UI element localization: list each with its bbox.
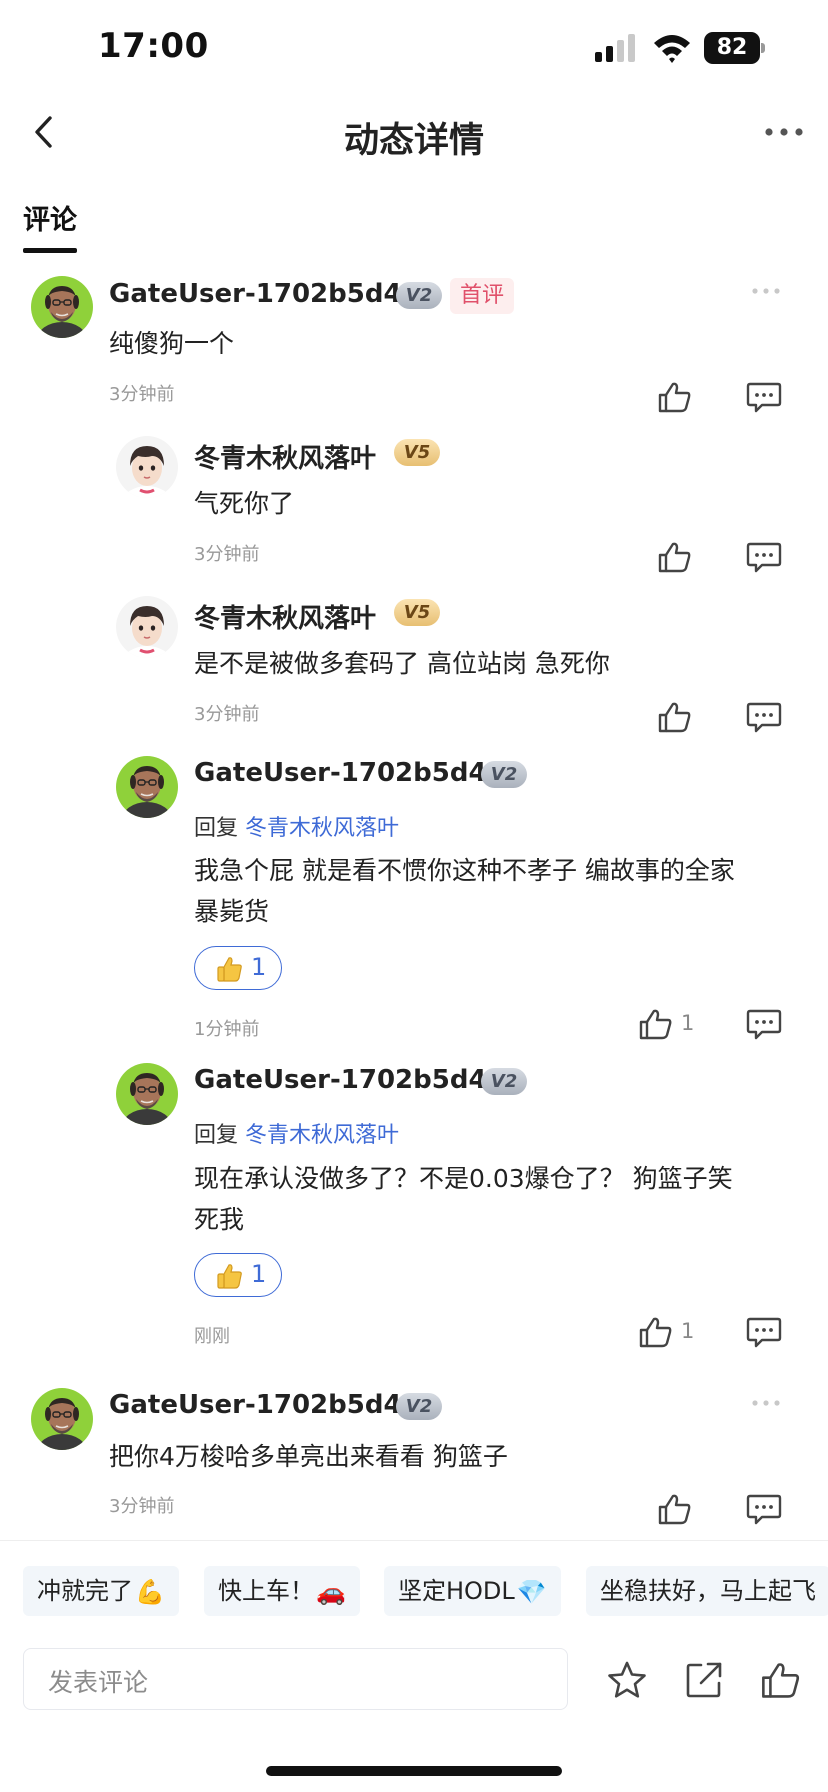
divider [0,1540,828,1541]
comment-time: 3分钟前 [194,544,260,565]
more-horizontal-icon[interactable] [751,287,781,295]
comment-time: 刚刚 [194,1326,230,1347]
car-emoji-icon: 🚗 [316,1578,346,1606]
thumbs-up-icon[interactable] [658,701,692,733]
more-horizontal-icon[interactable] [764,124,804,140]
comment-username[interactable]: 冬青木秋风落叶 [194,438,376,475]
status-time: 17:00 [98,26,209,66]
avatar[interactable] [31,276,93,338]
quick-reply-label: 坚定HODL [398,1577,515,1605]
avatar[interactable] [116,436,178,498]
comment-text-line-2: 死我 [194,1205,245,1234]
level-badge: V5 [394,599,440,626]
comment-input-placeholder: 发表评论 [48,1668,149,1697]
gem-emoji-icon: 💎 [516,1578,547,1606]
comment-bubble-icon[interactable] [746,381,782,413]
cellular-signal-icon [595,34,635,62]
reply-target-link[interactable]: 冬青木秋风落叶 [245,1123,399,1148]
thumbs-up-icon[interactable] [658,541,692,573]
tab-active-indicator [23,248,77,253]
comment-time: 3分钟前 [109,1496,175,1517]
thumbs-up-icon[interactable] [658,381,692,413]
star-icon[interactable] [607,1660,647,1700]
reply-to-line: 回复 冬青木秋风落叶 [194,810,399,842]
comment-bubble-icon[interactable] [746,541,782,573]
avatar[interactable] [116,596,178,658]
reaction-chip[interactable]: 1 [194,1253,282,1297]
comment-username[interactable]: GateUser-1702b5d4 [194,758,487,788]
thumbs-up-emoji-icon [215,1262,243,1290]
quick-reply-chip[interactable]: 快上车！🚗 [204,1566,360,1616]
comment-bubble-icon[interactable] [746,701,782,733]
comment-username[interactable]: GateUser-1702b5d4 [109,279,402,309]
thumbs-up-emoji-icon [215,955,243,983]
quick-reply-label: 冲就完了 [37,1577,133,1605]
comment-text-line-1: 我急个屁 就是看不惯你这种不孝子 编故事的全家 [194,856,735,885]
battery-tip [761,43,765,53]
quick-reply-label: 坐稳扶好，马上起飞 [600,1577,816,1605]
level-badge: V2 [481,761,527,788]
status-bar: 17:00 82 [0,0,828,96]
like-count: 1 [681,1011,695,1035]
comment-bubble-icon[interactable] [746,1008,782,1040]
home-indicator [266,1766,562,1776]
comment-bubble-icon[interactable] [746,1316,782,1348]
quick-reply-label: 快上车！ [218,1577,314,1605]
quick-reply-chip[interactable]: 冲就完了💪 [23,1566,179,1616]
quick-reply-chip[interactable]: 坚定HODL💎 [384,1566,561,1616]
comment-username[interactable]: GateUser-1702b5d4 [109,1390,402,1420]
reaction-chip[interactable]: 1 [194,946,282,990]
reply-prefix: 回复 [194,816,239,841]
page-title: 动态详情 [343,121,484,161]
reaction-count: 1 [251,1260,267,1288]
first-comment-badge: 首评 [450,278,515,314]
reply-prefix: 回复 [194,1123,239,1148]
reaction-count: 1 [251,953,267,981]
like-count: 1 [681,1319,695,1343]
level-badge: V2 [481,1068,527,1095]
comment-text-line-1: 现在承认没做多了？不是0.03爆仓了？ 狗篮子笑 [194,1164,733,1193]
share-icon[interactable] [684,1660,724,1700]
comment-text-line-2: 暴毙货 [194,897,270,926]
level-badge: V2 [396,1393,442,1420]
tab-comments[interactable]: 评论 [23,198,77,237]
more-horizontal-icon[interactable] [751,1399,781,1407]
reply-to-line: 回复 冬青木秋风落叶 [194,1117,399,1149]
quick-reply-chip[interactable]: 坐稳扶好，马上起飞 [586,1566,828,1616]
thumbs-up-icon[interactable] [639,1316,673,1348]
thumbs-up-icon[interactable] [761,1660,801,1700]
comment-input[interactable]: 发表评论 [23,1648,568,1710]
flexed-biceps-emoji-icon: 💪 [135,1578,165,1606]
battery-indicator: 82 [704,32,766,64]
reply-target-link[interactable]: 冬青木秋风落叶 [245,816,399,841]
avatar[interactable] [116,756,178,818]
comment-username[interactable]: GateUser-1702b5d4 [194,1065,487,1095]
comment-time: 3分钟前 [194,704,260,725]
thumbs-up-icon[interactable] [639,1008,673,1040]
nav-bar: 动态详情 [0,96,828,174]
comment-time: 3分钟前 [109,384,175,405]
comment-text: 纯傻狗一个 [109,329,235,358]
avatar[interactable] [31,1388,93,1450]
avatar[interactable] [116,1063,178,1125]
comment-username[interactable]: 冬青木秋风落叶 [194,598,376,635]
comment-time: 1分钟前 [194,1019,260,1040]
quick-reply-row: 冲就完了💪 快上车！🚗 坚定HODL💎 坐稳扶好，马上起飞 [0,1566,828,1618]
level-badge: V2 [396,282,442,309]
comment-text: 是不是被做多套码了 高位站岗 急死你 [194,649,610,678]
wifi-icon [654,35,690,63]
battery-level: 82 [704,32,760,64]
comment-text: 把你4万梭哈多单亮出来看看 狗篮子 [109,1442,508,1471]
level-badge: V5 [394,439,440,466]
comment-bubble-icon[interactable] [746,1493,782,1525]
thumbs-up-icon[interactable] [658,1493,692,1525]
comment-text: 气死你了 [194,489,295,518]
